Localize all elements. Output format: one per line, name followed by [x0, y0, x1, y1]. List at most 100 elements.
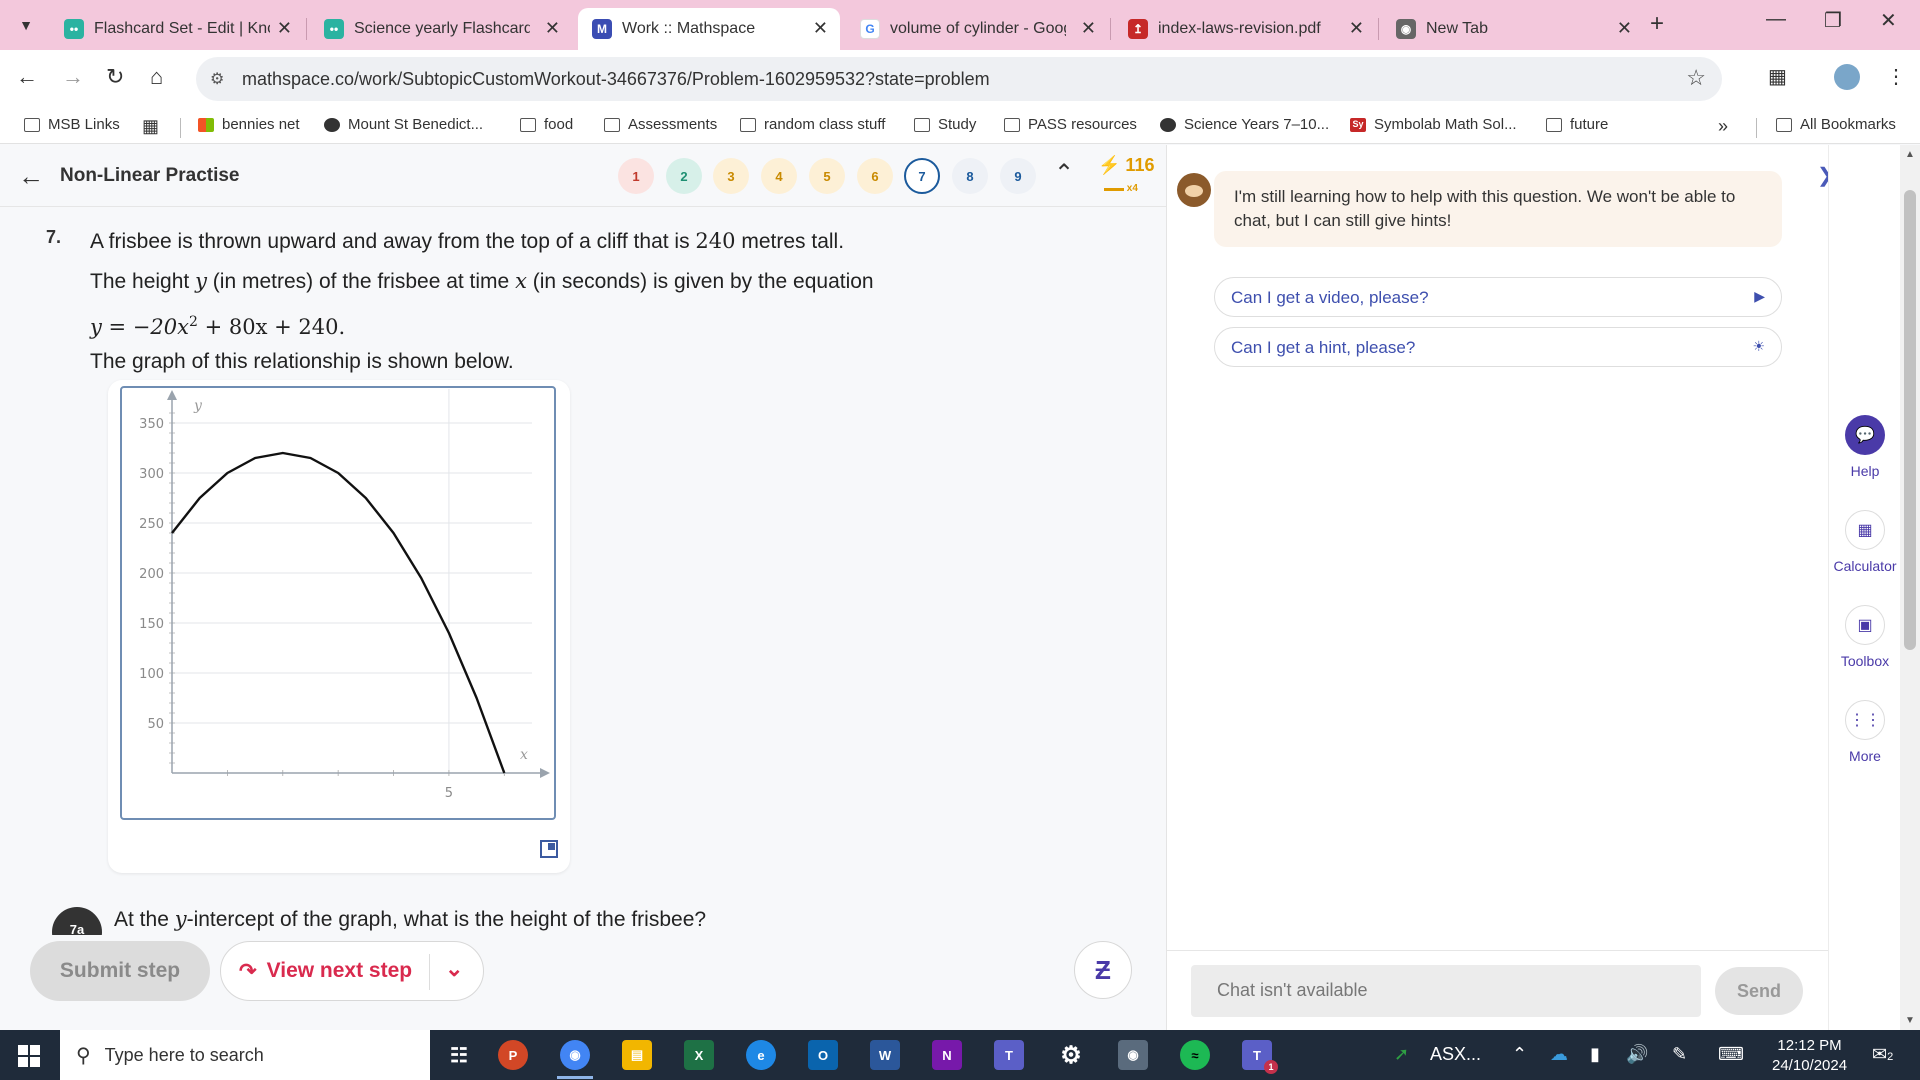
profile-avatar[interactable]: [1834, 64, 1860, 96]
onedrive-icon[interactable]: ☁: [1550, 1044, 1568, 1065]
chrome-icon[interactable]: ◉: [560, 1040, 590, 1070]
hint-request-chip[interactable]: Can I get a hint, please? ☀: [1214, 327, 1782, 367]
new-tab-plus-icon[interactable]: +: [1650, 10, 1664, 38]
bookmark-item[interactable]: PASS resources: [1004, 116, 1137, 133]
close-icon[interactable]: ✕: [277, 18, 292, 39]
home-icon[interactable]: ⌂: [150, 64, 163, 90]
view-next-step-button[interactable]: ↷ View next step ⌄: [220, 941, 484, 1001]
apps-grid-icon[interactable]: ▦: [142, 116, 159, 137]
bookmark-item[interactable]: Mount St Benedict...: [324, 116, 483, 133]
more-tool[interactable]: ⋮⋮ More: [1829, 700, 1901, 764]
spotify-icon[interactable]: ≈: [1180, 1040, 1210, 1070]
system-clock[interactable]: 12:12 PM 24/10/2024: [1772, 1036, 1847, 1076]
more-bookmarks-chevron-icon[interactable]: »: [1718, 116, 1728, 137]
page-scrollbar[interactable]: ▲ ▼: [1900, 145, 1920, 1030]
scroll-thumb[interactable]: [1904, 190, 1916, 650]
help-tool[interactable]: 💬 Help: [1829, 415, 1901, 479]
chevron-down-icon[interactable]: ⌄: [445, 956, 463, 982]
volume-icon[interactable]: 🔊: [1626, 1044, 1648, 1065]
windows-start-icon[interactable]: [18, 1045, 40, 1067]
tab-search-chevron-icon[interactable]: ▼: [10, 10, 42, 40]
tab-google-search[interactable]: G volume of cylinder - Googl ✕: [846, 8, 1108, 50]
bookmark-item[interactable]: food: [520, 116, 573, 133]
bookmark-item[interactable]: Study: [914, 116, 976, 133]
scroll-up-icon[interactable]: ▲: [1905, 149, 1915, 160]
pen-icon[interactable]: ✎: [1672, 1044, 1687, 1065]
question-nav-1[interactable]: 1: [618, 158, 654, 194]
keyboard-icon[interactable]: ⌨: [1718, 1044, 1744, 1065]
graph-frame[interactable]: 50 100 150 200 250 300 350 5 y x: [120, 386, 556, 820]
collapse-chevron-icon[interactable]: ⌃: [1054, 159, 1074, 188]
stocks-icon[interactable]: ➚: [1394, 1044, 1409, 1065]
question-nav-3[interactable]: 3: [713, 158, 749, 194]
excel-icon[interactable]: X: [684, 1040, 714, 1070]
window-close-icon[interactable]: ✕: [1880, 8, 1897, 33]
back-arrow-icon[interactable]: ←: [18, 161, 44, 192]
y-tick-label: 250: [139, 517, 164, 532]
question-nav-5[interactable]: 5: [809, 158, 845, 194]
notification-icon[interactable]: ✉2: [1872, 1044, 1893, 1065]
bookmark-label: MSB Links: [48, 116, 120, 133]
teams-icon[interactable]: T: [994, 1040, 1024, 1070]
bookmark-star-icon[interactable]: ☆: [1686, 65, 1706, 91]
site-info-icon[interactable]: ⚙: [210, 69, 224, 89]
question-nav-4[interactable]: 4: [761, 158, 797, 194]
all-bookmarks[interactable]: All Bookmarks: [1776, 116, 1896, 133]
question-nav-8[interactable]: 8: [952, 158, 988, 194]
question-nav-2[interactable]: 2: [666, 158, 702, 194]
bookmark-item[interactable]: bennies net: [198, 116, 300, 133]
send-button[interactable]: Send: [1715, 967, 1803, 1015]
back-arrow-icon[interactable]: ←: [16, 64, 38, 90]
settings-gear-icon[interactable]: ⚙: [1056, 1040, 1086, 1070]
minimize-icon[interactable]: —: [1766, 8, 1786, 31]
question-nav-7[interactable]: 7: [904, 158, 940, 194]
teams-notification-icon[interactable]: T1: [1242, 1040, 1278, 1074]
bookmark-item[interactable]: Sy Symbolab Math Sol...: [1350, 116, 1517, 133]
tray-chevron-up-icon[interactable]: ⌃: [1512, 1044, 1527, 1065]
battery-icon[interactable]: ▮: [1590, 1044, 1600, 1065]
submit-step-button[interactable]: Submit step: [30, 941, 210, 1001]
powerpoint-icon[interactable]: P: [498, 1040, 528, 1070]
bookmark-item[interactable]: MSB Links: [24, 116, 120, 133]
address-bar[interactable]: ⚙ mathspace.co/work/SubtopicCustomWorkou…: [196, 57, 1722, 101]
reload-icon[interactable]: ↻: [106, 64, 124, 90]
outlook-icon[interactable]: O: [808, 1040, 838, 1070]
bookmark-item[interactable]: Science Years 7–10...: [1160, 116, 1329, 133]
close-icon[interactable]: ✕: [1349, 18, 1364, 39]
close-icon[interactable]: ✕: [545, 18, 560, 39]
calculator-tool[interactable]: ▦ Calculator: [1829, 510, 1901, 574]
close-icon[interactable]: ✕: [1081, 18, 1096, 39]
tab-new-tab[interactable]: ◉ New Tab ✕: [1382, 8, 1644, 50]
word-icon[interactable]: W: [870, 1040, 900, 1070]
toolbox-tool[interactable]: ▣ Toolbox: [1829, 605, 1901, 669]
mathspace-assistant-icon[interactable]: Ƶ: [1074, 941, 1132, 999]
url-text[interactable]: mathspace.co/work/SubtopicCustomWorkout-…: [242, 69, 990, 90]
question-nav-6[interactable]: 6: [857, 158, 893, 194]
tab-pdf[interactable]: ↥ index-laws-revision.pdf ✕: [1114, 8, 1376, 50]
extensions-icon[interactable]: ▦: [1768, 64, 1787, 89]
onenote-icon[interactable]: N: [932, 1040, 962, 1070]
bookmark-item[interactable]: future: [1546, 116, 1608, 133]
close-icon[interactable]: ✕: [813, 18, 828, 39]
asx-widget[interactable]: ASX...: [1430, 1044, 1481, 1065]
menu-dots-icon[interactable]: ⋮: [1886, 64, 1906, 89]
bookmark-item[interactable]: Assessments: [604, 116, 717, 133]
chat-input[interactable]: Chat isn't available: [1191, 965, 1701, 1017]
bookmark-item[interactable]: random class stuff: [740, 116, 885, 133]
tab-mathspace[interactable]: M Work :: Mathspace ✕: [578, 8, 840, 50]
internet-explorer-icon[interactable]: e: [746, 1040, 776, 1070]
question-nav-9[interactable]: 9: [1000, 158, 1036, 194]
task-view-icon[interactable]: ☷: [444, 1040, 474, 1070]
scroll-down-icon[interactable]: ▼: [1905, 1015, 1915, 1026]
restore-icon[interactable]: ❐: [1824, 8, 1842, 33]
video-request-chip[interactable]: Can I get a video, please? ▶: [1214, 277, 1782, 317]
page-title: Non-Linear Practise: [60, 165, 240, 186]
expand-graph-icon[interactable]: [540, 840, 558, 858]
forward-arrow-icon[interactable]: →: [62, 64, 84, 90]
tab-flashcard-set[interactable]: •• Flashcard Set - Edit | Know ✕: [50, 8, 304, 50]
taskbar-search[interactable]: ⚲ Type here to search: [60, 1030, 430, 1080]
close-icon[interactable]: ✕: [1617, 18, 1632, 39]
tab-science-flashcards[interactable]: •• Science yearly Flashcards | ✕: [310, 8, 572, 50]
camera-icon[interactable]: ◉: [1118, 1040, 1148, 1070]
file-explorer-icon[interactable]: ▤: [622, 1040, 652, 1070]
